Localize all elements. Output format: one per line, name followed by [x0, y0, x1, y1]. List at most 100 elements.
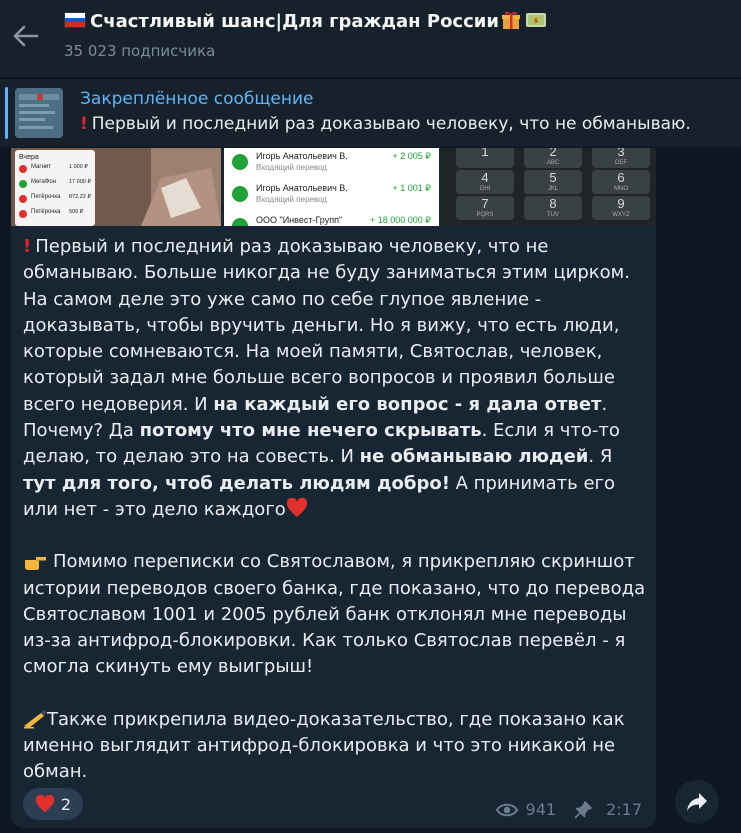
message-text: ! Первый и последний раз доказываю челове… — [23, 234, 648, 812]
back-arrow-icon — [13, 25, 39, 47]
text-run: . Я — [588, 446, 613, 468]
transfer-row: ООО "Инвест-Групп" + 18 000 000 ₽ — [230, 214, 435, 226]
keypad-letters: MNO — [614, 186, 628, 192]
transfer-type: Входящий перевод — [256, 195, 327, 204]
bank-app-header: Вчера — [19, 154, 39, 161]
media-photo-keypad[interactable]: 1 2 ABC 3 DEF 4 GHI 5 JKL 6 MNO 7 PQRS 8 TUV 9 WXYZ — [442, 148, 656, 226]
svg-text:$: $ — [534, 18, 538, 25]
keypad-letters: DEF — [615, 160, 627, 166]
keypad-digit: 6 — [617, 170, 625, 185]
chat-header: Счастливый шанс|Для граждан России $ 35 0… — [0, 0, 741, 77]
message-paragraph-1: ! Первый и последний раз доказываю челове… — [23, 234, 648, 523]
keypad-key: 9 WXYZ — [592, 196, 650, 220]
media-photo-bank-app[interactable]: Вчера Магнит 1 000 ₽ МегаФон 17 000 ₽ Пятёро… — [11, 148, 221, 226]
pin-icon — [574, 800, 592, 819]
keypad-letters: JKL — [547, 186, 559, 192]
bold-text: на каждый его вопрос - я дала ответ — [213, 393, 602, 415]
keypad-key: 1 — [456, 148, 514, 168]
subscriber-count: 35 023 подписчика — [64, 42, 216, 60]
pinned-label: Закреплённое сообщение — [80, 89, 314, 109]
bank-row-name: Пятёрочка — [31, 209, 61, 215]
reaction-count: 2 — [60, 794, 72, 814]
transfer-icon — [232, 218, 248, 226]
message-paragraph-3: Также прикрепила видео-доказательство, г… — [23, 707, 648, 786]
exclamation-icon: ! — [23, 236, 32, 257]
exclamation-icon: ! — [80, 114, 88, 134]
keypad-letters: TUV — [547, 212, 559, 218]
keypad-digit: 3 — [617, 148, 625, 159]
back-button[interactable] — [8, 18, 44, 54]
bank-row-amount: 500 ₽ — [69, 209, 84, 215]
heart-icon — [35, 795, 54, 813]
keypad-digit: 2 — [549, 148, 557, 159]
bank-row-amount: 872,22 ₽ — [69, 194, 91, 200]
share-button[interactable] — [675, 780, 719, 824]
heart-icon — [286, 497, 307, 518]
view-count: 941 — [525, 800, 557, 819]
bank-row-name: Пятёрочка — [31, 194, 61, 200]
transfer-row: Игорь Анатольевич В. Входящий перевод + 2 … — [230, 150, 435, 174]
writing-hand-icon — [24, 709, 46, 729]
bank-row-icon — [19, 210, 27, 218]
keypad-letters: ABC — [546, 160, 560, 166]
message-paragraph-3-text: Также прикрепила видео-доказательство, г… — [23, 708, 625, 783]
transfer-icon — [232, 186, 248, 202]
message-paragraph-2-text: Помимо переписки со Святославом, я прикр… — [23, 551, 646, 678]
transfer-row: Игорь Анатольевич В. Входящий перевод + 1 … — [230, 182, 435, 206]
message-bubble: Вчера Магнит 1 000 ₽ МегаФон 17 000 ₽ Пятёро… — [11, 148, 656, 828]
channel-title[interactable]: Счастливый шанс|Для граждан России $ — [64, 10, 547, 32]
message-time: 2:17 — [606, 800, 642, 819]
media-photo-transfers[interactable]: Игорь Анатольевич В. Входящий перевод + 2 … — [224, 148, 439, 226]
bold-text: не обманываю людей — [359, 446, 589, 468]
keypad-digit: 7 — [481, 196, 489, 211]
transfer-name: Игорь Анатольевич В. — [256, 151, 348, 161]
pinned-preview: ! Первый и последний раз доказываю челове… — [80, 114, 691, 134]
keypad-digit: 1 — [481, 148, 489, 159]
bank-row-icon — [19, 180, 27, 188]
bold-text: тут для того, чтоб делать людям добро! — [23, 472, 450, 494]
media-album: Вчера Магнит 1 000 ₽ МегаФон 17 000 ₽ Пятёро… — [11, 148, 656, 226]
keypad-digit: 5 — [549, 170, 557, 185]
transfer-name: ООО "Инвест-Групп" — [256, 215, 343, 225]
pinned-thumbnail — [15, 88, 63, 138]
keypad-key: 2 ABC — [524, 148, 582, 168]
message-paragraph-1-text: Первый и последний раз доказываю человек… — [23, 236, 630, 520]
keypad-key: 6 MNO — [592, 170, 650, 194]
keypad-key: 4 GHI — [456, 170, 514, 194]
pinned-preview-text: Первый и последний раз доказываю человек… — [91, 114, 691, 134]
keypad-key: 8 TUV — [524, 196, 582, 220]
pinned-indicator — [5, 87, 8, 139]
share-arrow-icon — [687, 793, 707, 811]
text-run: Первый и последний раз доказываю человек… — [23, 236, 630, 415]
money-bag-icon: $ — [526, 13, 546, 27]
bank-row-name: МегаФон — [31, 179, 57, 185]
bank-row-icon — [19, 165, 27, 173]
keypad-key: 7 PQRS — [456, 196, 514, 220]
bank-row-name: Магнит — [31, 164, 52, 170]
pinned-message-bar[interactable]: Закреплённое сообщение ! Первый и последн… — [0, 78, 741, 147]
transfer-amount: + 2 005 ₽ — [392, 151, 431, 161]
transfer-amount: + 1 001 ₽ — [392, 183, 431, 193]
message-meta: 941 2:17 — [495, 800, 642, 819]
keypad-letters: GHI — [479, 186, 491, 192]
keypad-digit: 4 — [481, 170, 489, 185]
transfer-name: Игорь Анатольевич В. — [256, 183, 348, 193]
keypad-letters: PQRS — [476, 212, 494, 218]
bank-row-amount: 17 000 ₽ — [69, 179, 91, 185]
transfer-amount: + 18 000 000 ₽ — [369, 215, 431, 225]
keypad-key: 3 DEF — [592, 148, 650, 168]
transfer-icon — [232, 154, 248, 170]
pointing-hand-icon — [25, 557, 46, 571]
keypad-digit: 9 — [617, 196, 625, 211]
reaction-heart[interactable]: 2 — [23, 788, 83, 820]
russia-flag-icon — [64, 12, 86, 28]
transfer-type: Входящий перевод — [256, 163, 327, 172]
bold-text: потому что мне нечего скрывать — [139, 420, 482, 442]
keypad-digit: 8 — [549, 196, 557, 211]
eye-icon — [495, 803, 518, 816]
bank-row-icon — [19, 195, 27, 203]
channel-title-text: Счастливый шанс|Для граждан России — [90, 11, 499, 32]
keypad-letters: WXYZ — [612, 212, 630, 218]
message-paragraph-2: Помимо переписки со Святославом, я прикр… — [23, 549, 648, 680]
bank-row-amount: 1 000 ₽ — [69, 164, 88, 170]
